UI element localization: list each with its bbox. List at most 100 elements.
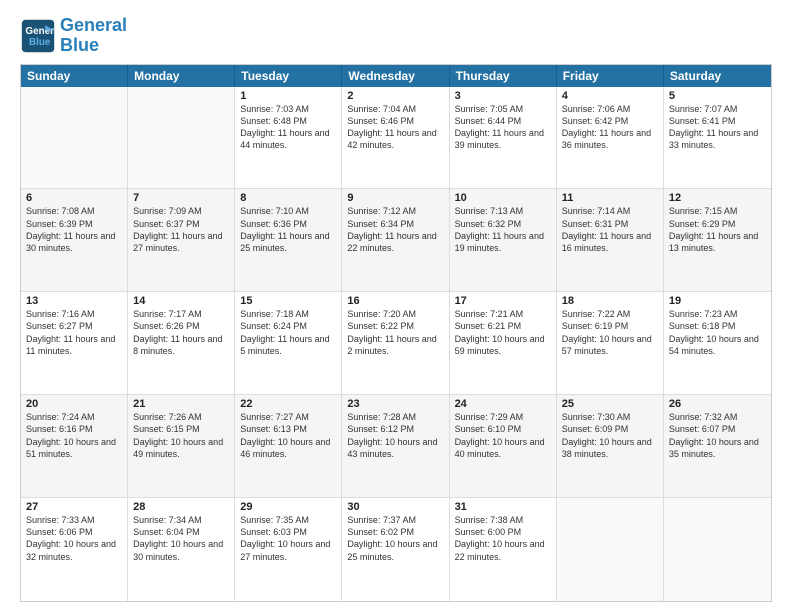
day-info: Sunrise: 7:07 AM Sunset: 6:41 PM Dayligh… [669,103,766,152]
day-info: Sunrise: 7:24 AM Sunset: 6:16 PM Dayligh… [26,411,122,460]
day-number: 7 [133,192,229,204]
calendar-cell: 7Sunrise: 7:09 AM Sunset: 6:37 PM Daylig… [128,189,235,291]
day-number: 13 [26,295,122,307]
day-number: 31 [455,501,551,513]
calendar-row: 6Sunrise: 7:08 AM Sunset: 6:39 PM Daylig… [21,189,771,292]
calendar-cell [21,87,128,189]
day-info: Sunrise: 7:37 AM Sunset: 6:02 PM Dayligh… [347,514,443,563]
day-number: 11 [562,192,658,204]
calendar-cell: 18Sunrise: 7:22 AM Sunset: 6:19 PM Dayli… [557,292,664,394]
day-number: 3 [455,90,551,102]
calendar-cell [128,87,235,189]
logo: General Blue General Blue [20,16,127,56]
calendar-cell: 28Sunrise: 7:34 AM Sunset: 6:04 PM Dayli… [128,498,235,601]
calendar-row: 13Sunrise: 7:16 AM Sunset: 6:27 PM Dayli… [21,292,771,395]
calendar-cell: 16Sunrise: 7:20 AM Sunset: 6:22 PM Dayli… [342,292,449,394]
day-number: 8 [240,192,336,204]
day-number: 6 [26,192,122,204]
calendar-cell: 13Sunrise: 7:16 AM Sunset: 6:27 PM Dayli… [21,292,128,394]
svg-text:General: General [25,26,56,37]
header: General Blue General Blue [20,16,772,56]
calendar-cell [664,498,771,601]
day-info: Sunrise: 7:16 AM Sunset: 6:27 PM Dayligh… [26,308,122,357]
day-info: Sunrise: 7:34 AM Sunset: 6:04 PM Dayligh… [133,514,229,563]
day-info: Sunrise: 7:17 AM Sunset: 6:26 PM Dayligh… [133,308,229,357]
calendar-cell: 19Sunrise: 7:23 AM Sunset: 6:18 PM Dayli… [664,292,771,394]
day-info: Sunrise: 7:09 AM Sunset: 6:37 PM Dayligh… [133,205,229,254]
day-info: Sunrise: 7:23 AM Sunset: 6:18 PM Dayligh… [669,308,766,357]
logo-text: General Blue [60,16,127,56]
day-number: 16 [347,295,443,307]
svg-text:Blue: Blue [29,37,51,48]
weekday-header: Thursday [450,65,557,87]
calendar-cell: 31Sunrise: 7:38 AM Sunset: 6:00 PM Dayli… [450,498,557,601]
weekday-header: Saturday [664,65,771,87]
logo-blue: Blue [60,35,99,55]
calendar-header: SundayMondayTuesdayWednesdayThursdayFrid… [21,65,771,87]
logo-icon: General Blue [20,18,56,54]
calendar-cell: 17Sunrise: 7:21 AM Sunset: 6:21 PM Dayli… [450,292,557,394]
calendar-cell: 8Sunrise: 7:10 AM Sunset: 6:36 PM Daylig… [235,189,342,291]
day-number: 9 [347,192,443,204]
calendar-cell: 6Sunrise: 7:08 AM Sunset: 6:39 PM Daylig… [21,189,128,291]
day-info: Sunrise: 7:30 AM Sunset: 6:09 PM Dayligh… [562,411,658,460]
calendar-cell: 30Sunrise: 7:37 AM Sunset: 6:02 PM Dayli… [342,498,449,601]
calendar-row: 20Sunrise: 7:24 AM Sunset: 6:16 PM Dayli… [21,395,771,498]
calendar-cell: 14Sunrise: 7:17 AM Sunset: 6:26 PM Dayli… [128,292,235,394]
calendar-cell: 27Sunrise: 7:33 AM Sunset: 6:06 PM Dayli… [21,498,128,601]
calendar-row: 1Sunrise: 7:03 AM Sunset: 6:48 PM Daylig… [21,87,771,190]
day-info: Sunrise: 7:05 AM Sunset: 6:44 PM Dayligh… [455,103,551,152]
day-number: 24 [455,398,551,410]
calendar-cell: 29Sunrise: 7:35 AM Sunset: 6:03 PM Dayli… [235,498,342,601]
calendar-cell: 25Sunrise: 7:30 AM Sunset: 6:09 PM Dayli… [557,395,664,497]
calendar-cell: 24Sunrise: 7:29 AM Sunset: 6:10 PM Dayli… [450,395,557,497]
calendar-cell: 20Sunrise: 7:24 AM Sunset: 6:16 PM Dayli… [21,395,128,497]
day-number: 1 [240,90,336,102]
weekday-header: Friday [557,65,664,87]
day-info: Sunrise: 7:18 AM Sunset: 6:24 PM Dayligh… [240,308,336,357]
day-info: Sunrise: 7:04 AM Sunset: 6:46 PM Dayligh… [347,103,443,152]
calendar-cell: 9Sunrise: 7:12 AM Sunset: 6:34 PM Daylig… [342,189,449,291]
day-number: 21 [133,398,229,410]
day-number: 15 [240,295,336,307]
day-number: 27 [26,501,122,513]
day-number: 17 [455,295,551,307]
calendar-cell: 23Sunrise: 7:28 AM Sunset: 6:12 PM Dayli… [342,395,449,497]
day-info: Sunrise: 7:20 AM Sunset: 6:22 PM Dayligh… [347,308,443,357]
calendar-cell: 21Sunrise: 7:26 AM Sunset: 6:15 PM Dayli… [128,395,235,497]
day-number: 5 [669,90,766,102]
day-number: 4 [562,90,658,102]
day-info: Sunrise: 7:15 AM Sunset: 6:29 PM Dayligh… [669,205,766,254]
day-info: Sunrise: 7:13 AM Sunset: 6:32 PM Dayligh… [455,205,551,254]
day-number: 18 [562,295,658,307]
day-number: 10 [455,192,551,204]
day-info: Sunrise: 7:08 AM Sunset: 6:39 PM Dayligh… [26,205,122,254]
day-info: Sunrise: 7:35 AM Sunset: 6:03 PM Dayligh… [240,514,336,563]
weekday-header: Wednesday [342,65,449,87]
page: General Blue General Blue SundayMondayTu… [0,0,792,612]
day-number: 28 [133,501,229,513]
calendar-cell: 26Sunrise: 7:32 AM Sunset: 6:07 PM Dayli… [664,395,771,497]
day-info: Sunrise: 7:21 AM Sunset: 6:21 PM Dayligh… [455,308,551,357]
calendar-cell: 4Sunrise: 7:06 AM Sunset: 6:42 PM Daylig… [557,87,664,189]
day-info: Sunrise: 7:38 AM Sunset: 6:00 PM Dayligh… [455,514,551,563]
day-info: Sunrise: 7:14 AM Sunset: 6:31 PM Dayligh… [562,205,658,254]
day-info: Sunrise: 7:27 AM Sunset: 6:13 PM Dayligh… [240,411,336,460]
calendar-cell: 10Sunrise: 7:13 AM Sunset: 6:32 PM Dayli… [450,189,557,291]
day-info: Sunrise: 7:10 AM Sunset: 6:36 PM Dayligh… [240,205,336,254]
day-number: 14 [133,295,229,307]
calendar-cell [557,498,664,601]
calendar-cell: 5Sunrise: 7:07 AM Sunset: 6:41 PM Daylig… [664,87,771,189]
calendar-cell: 3Sunrise: 7:05 AM Sunset: 6:44 PM Daylig… [450,87,557,189]
calendar-cell: 15Sunrise: 7:18 AM Sunset: 6:24 PM Dayli… [235,292,342,394]
calendar-cell: 2Sunrise: 7:04 AM Sunset: 6:46 PM Daylig… [342,87,449,189]
day-number: 19 [669,295,766,307]
day-number: 20 [26,398,122,410]
logo-general: General [60,15,127,35]
weekday-header: Monday [128,65,235,87]
weekday-header: Tuesday [235,65,342,87]
day-info: Sunrise: 7:26 AM Sunset: 6:15 PM Dayligh… [133,411,229,460]
day-info: Sunrise: 7:32 AM Sunset: 6:07 PM Dayligh… [669,411,766,460]
day-number: 29 [240,501,336,513]
day-info: Sunrise: 7:22 AM Sunset: 6:19 PM Dayligh… [562,308,658,357]
